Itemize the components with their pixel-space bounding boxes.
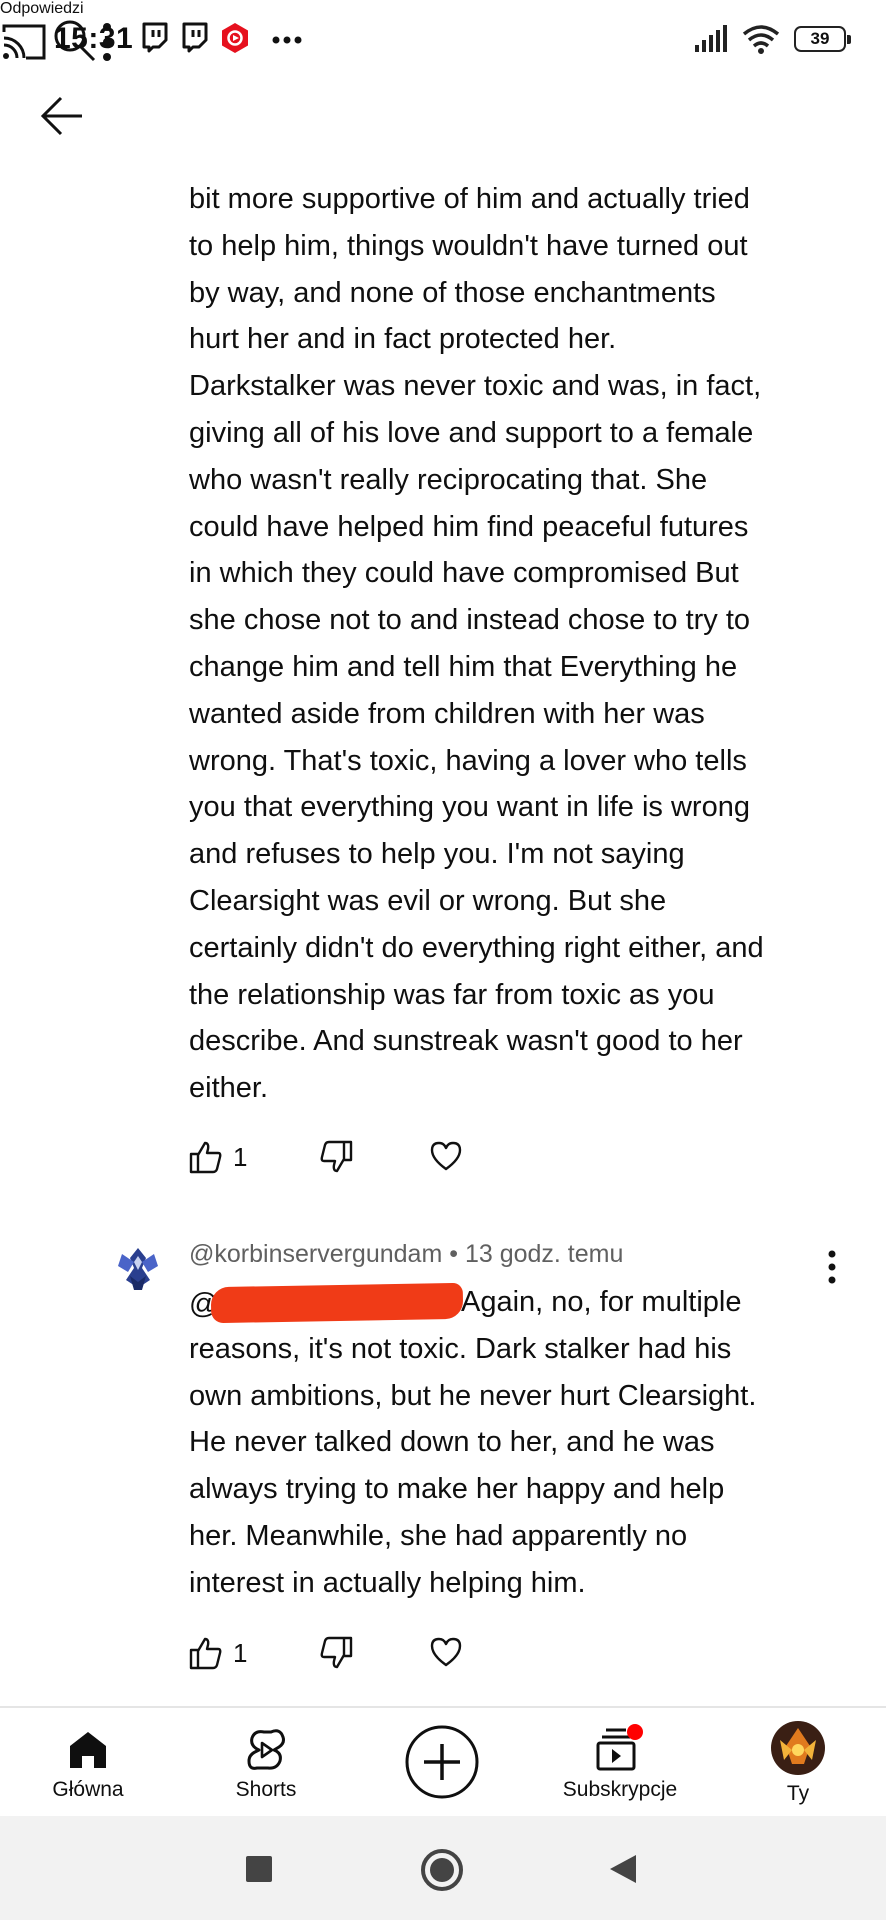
comment-line: to help him, things wouldn't have turned… bbox=[189, 229, 748, 262]
shorts-icon bbox=[247, 1729, 285, 1770]
nav-home[interactable]: Główna bbox=[28, 1708, 148, 1816]
thumbs-down-icon bbox=[320, 1636, 353, 1669]
back-arrow-icon[interactable] bbox=[40, 96, 84, 136]
thumbs-up-icon bbox=[189, 1141, 222, 1174]
comment-line: you that everything you want in life is … bbox=[189, 791, 750, 824]
comment-line: and refuses to help you. I'm not saying bbox=[189, 838, 685, 871]
twitch-notification-icon bbox=[142, 22, 168, 53]
comment-line: Clearsight was evil or wrong. But she bbox=[189, 884, 667, 917]
thumbs-down-icon bbox=[320, 1140, 353, 1173]
nav-label: Ty bbox=[786, 1782, 810, 1805]
comment-author[interactable]: @korbinservergundam bbox=[189, 1240, 442, 1268]
commenter-avatar[interactable] bbox=[112, 1242, 164, 1294]
create-icon bbox=[405, 1725, 479, 1799]
comment-line: interest in actually helping him. bbox=[189, 1566, 586, 1599]
comment-line: who wasn't really reciprocating that. Sh… bbox=[189, 463, 708, 496]
youtube-notification-icon bbox=[222, 23, 248, 53]
like-button[interactable]: 1 bbox=[189, 1636, 247, 1670]
comment-line: certainly didn't do everything right eit… bbox=[189, 931, 764, 964]
comment-line: Again, no, for multiple bbox=[461, 1286, 742, 1318]
nav-create[interactable] bbox=[397, 1708, 487, 1816]
comment-actions: 1 bbox=[189, 1636, 489, 1680]
comment-line: hurt her and in fact protected her. bbox=[189, 323, 617, 356]
comment-text: bit more supportive of him and actually … bbox=[189, 176, 829, 1112]
comment-line: in which they could have compromised But bbox=[189, 557, 739, 590]
comment-line: wrong. That's toxic, having a lover who … bbox=[189, 744, 747, 777]
heart-button[interactable] bbox=[429, 1140, 463, 1172]
comment-line: always trying to make her happy and help bbox=[189, 1473, 725, 1506]
heart-icon bbox=[430, 1141, 462, 1171]
comment-line: wanted aside from children with her was bbox=[189, 697, 705, 730]
heart-icon bbox=[430, 1637, 462, 1667]
comment-line: her. Meanwhile, she had apparently no bbox=[189, 1519, 688, 1552]
like-count: 1 bbox=[233, 1141, 248, 1172]
nav-subscriptions[interactable]: Subskrypcje bbox=[550, 1708, 690, 1816]
dislike-button[interactable] bbox=[319, 1636, 353, 1670]
battery-level: 39 bbox=[810, 29, 830, 48]
comment-time: 13 godz. temu bbox=[464, 1240, 624, 1268]
meta-separator: • bbox=[449, 1240, 458, 1268]
comment-line: own ambitions, but he never hurt Clearsi… bbox=[189, 1379, 757, 1412]
wifi-icon bbox=[742, 25, 780, 54]
nav-you[interactable]: Ty bbox=[738, 1708, 858, 1816]
like-button[interactable]: 1 bbox=[189, 1140, 247, 1174]
battery-indicator: 39 bbox=[794, 26, 851, 52]
status-bar: 15:31 39 bbox=[0, 0, 886, 80]
nav-label: Subskrypcje bbox=[562, 1778, 678, 1801]
comment-line: reasons, it's not toxic. Dark stalker ha… bbox=[189, 1332, 732, 1365]
comment-line: giving all of his love and support to a … bbox=[189, 416, 754, 449]
recent-apps-icon[interactable] bbox=[244, 1854, 274, 1884]
comment-line: by way, and none of those enchantments bbox=[189, 276, 716, 309]
signal-icon bbox=[695, 25, 727, 52]
nav-label: Główna bbox=[52, 1778, 124, 1801]
system-navigation-bar bbox=[0, 1816, 886, 1920]
comment-line: He never talked down to her, and he was bbox=[189, 1426, 715, 1459]
nav-shorts[interactable]: Shorts bbox=[206, 1708, 326, 1816]
comment-meta: @korbinservergundam • 13 godz. temu bbox=[189, 1240, 623, 1269]
avatar bbox=[771, 1721, 825, 1775]
mention[interactable]: @ bbox=[189, 1281, 467, 1324]
comment-line: Darkstalker was never toxic and was, in … bbox=[189, 370, 762, 403]
status-time: 15:31 bbox=[54, 22, 134, 55]
thumbs-up-icon bbox=[189, 1637, 222, 1670]
comment-line: bit more supportive of him and actually … bbox=[189, 183, 750, 215]
comment-line: change him and tell him that Everything … bbox=[189, 650, 738, 683]
back-button-icon[interactable] bbox=[606, 1852, 640, 1886]
comment-line: describe. And sunstreak wasn't good to h… bbox=[189, 1025, 743, 1058]
reply-text: @ Again, no, for multiple reasons, it's … bbox=[189, 1279, 829, 1607]
subscriptions-icon bbox=[596, 1724, 643, 1771]
home-button-icon[interactable] bbox=[420, 1848, 464, 1892]
comment-line-first: @ Again, no, for multiple bbox=[189, 1279, 829, 1326]
like-count: 1 bbox=[233, 1637, 248, 1668]
comment-line: the relationship was far from toxic as y… bbox=[189, 978, 715, 1011]
heart-button[interactable] bbox=[429, 1636, 463, 1668]
comment-line: she chose not to and instead chose to tr… bbox=[189, 604, 751, 637]
nav-label: Shorts bbox=[235, 1778, 297, 1801]
comment-line: either. bbox=[189, 1072, 268, 1105]
redaction-mark bbox=[210, 1282, 464, 1324]
comment-line: could have helped him find peaceful futu… bbox=[189, 510, 749, 543]
home-icon bbox=[70, 1732, 106, 1768]
bottom-navigation: Główna Shorts Subskrypcje Ty bbox=[0, 1706, 886, 1816]
more-notifications-icon bbox=[272, 36, 302, 44]
gundam-avatar-icon bbox=[112, 1242, 164, 1294]
comment-actions: 1 bbox=[189, 1140, 489, 1184]
twitch-notification-icon bbox=[182, 22, 208, 53]
dislike-button[interactable] bbox=[319, 1140, 353, 1174]
